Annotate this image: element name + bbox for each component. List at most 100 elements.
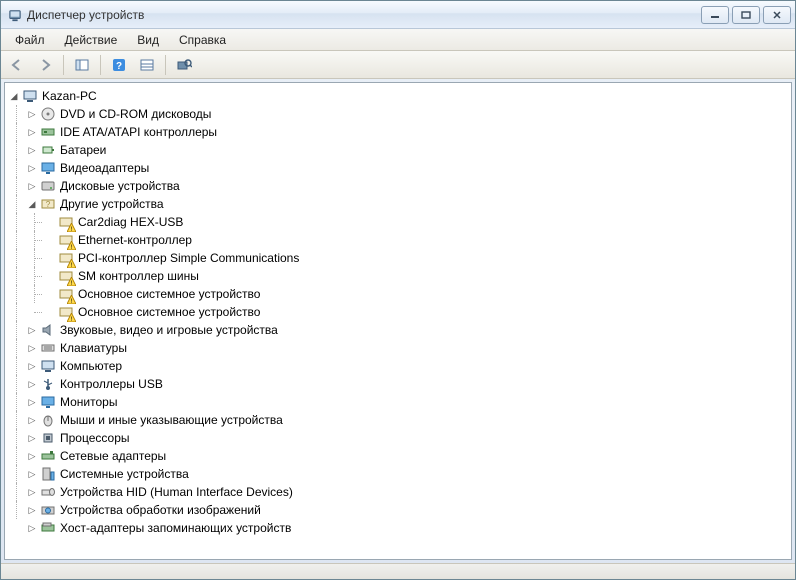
expand-icon[interactable]: ▷ <box>25 467 39 481</box>
tree-category-sound[interactable]: ▷ Звуковые, видео и игровые устройства <box>7 321 789 339</box>
display-adapter-icon <box>40 160 56 176</box>
expand-icon[interactable]: ▷ <box>25 341 39 355</box>
expand-icon[interactable]: ▷ <box>25 503 39 517</box>
device-tree-pane[interactable]: ◢ Kazan-PC ▷ DVD и CD-ROM дисководы <box>4 82 792 560</box>
tree-category-ide[interactable]: ▷ IDE ATA/ATAPI контроллеры <box>7 123 789 141</box>
system-device-icon <box>40 466 56 482</box>
tree-node-label: IDE ATA/ATAPI контроллеры <box>60 125 217 139</box>
toolbar: ? <box>1 51 795 79</box>
expand-icon[interactable]: ▷ <box>25 359 39 373</box>
tree-node-label: SM контроллер шины <box>78 269 199 283</box>
controller-icon <box>40 124 56 140</box>
tree-node-label: Батареи <box>60 143 106 157</box>
network-adapter-icon <box>40 448 56 464</box>
tree-category-monitor[interactable]: ▷ Мониторы <box>7 393 789 411</box>
tree-root[interactable]: ◢ Kazan-PC <box>7 87 789 105</box>
expand-icon[interactable]: ▷ <box>25 413 39 427</box>
expand-icon[interactable]: ▷ <box>25 431 39 445</box>
hid-icon <box>40 484 56 500</box>
tree-node-label: Компьютер <box>60 359 122 373</box>
tree-category-imaging[interactable]: ▷ Устройства обработки изображений <box>7 501 789 519</box>
tree-item-unknown[interactable]: ▷ ! PCI-контроллер Simple Communications <box>7 249 789 267</box>
tree-node-label: Видеоадаптеры <box>60 161 149 175</box>
expand-icon[interactable]: ▷ <box>25 485 39 499</box>
dvd-drive-icon <box>40 106 56 122</box>
disk-drive-icon <box>40 178 56 194</box>
expand-icon[interactable]: ▷ <box>25 125 39 139</box>
maximize-button[interactable] <box>732 6 760 24</box>
unknown-device-icon: ! <box>58 232 74 248</box>
menu-view[interactable]: Вид <box>127 31 169 49</box>
tree-node-label: PCI-контроллер Simple Communications <box>78 251 299 265</box>
expand-icon[interactable]: ▷ <box>25 107 39 121</box>
tree-category-disk[interactable]: ▷ Дисковые устройства <box>7 177 789 195</box>
tree-node-label: Системные устройства <box>60 467 189 481</box>
device-tree[interactable]: ◢ Kazan-PC ▷ DVD и CD-ROM дисководы <box>7 87 789 537</box>
tree-node-label: Основное системное устройство <box>78 305 260 319</box>
unknown-device-icon: ! <box>58 250 74 266</box>
tree-node-label: Звуковые, видео и игровые устройства <box>60 323 278 337</box>
tree-item-unknown[interactable]: ▷ ! Car2diag HEX-USB <box>7 213 789 231</box>
tree-item-unknown[interactable]: ▷ ! Ethernet-контроллер <box>7 231 789 249</box>
tree-category-storage[interactable]: ▷ Хост-адаптеры запоминающих устройств <box>7 519 789 537</box>
menu-help[interactable]: Справка <box>169 31 236 49</box>
expand-icon[interactable]: ▷ <box>25 449 39 463</box>
storage-controller-icon <box>40 520 56 536</box>
tree-node-label: Мыши и иные указывающие устройства <box>60 413 283 427</box>
menubar: Файл Действие Вид Справка <box>1 29 795 51</box>
forward-button[interactable] <box>33 54 57 76</box>
unknown-device-icon: ! <box>58 286 74 302</box>
titlebar: Диспетчер устройств <box>1 1 795 29</box>
minimize-button[interactable] <box>701 6 729 24</box>
properties-button[interactable] <box>135 54 159 76</box>
mouse-icon <box>40 412 56 428</box>
window-title: Диспетчер устройств <box>27 8 698 22</box>
tree-category-cpu[interactable]: ▷ Процессоры <box>7 429 789 447</box>
expand-icon[interactable]: ▷ <box>25 143 39 157</box>
tree-category-usb[interactable]: ▷ Контроллеры USB <box>7 375 789 393</box>
menu-file[interactable]: Файл <box>5 31 55 49</box>
tree-item-unknown[interactable]: ▷ ! Основное системное устройство <box>7 285 789 303</box>
tree-category-computer[interactable]: ▷ Компьютер <box>7 357 789 375</box>
svg-text:?: ? <box>46 200 51 209</box>
tree-category-video[interactable]: ▷ Видеоадаптеры <box>7 159 789 177</box>
tree-node-label: DVD и CD-ROM дисководы <box>60 107 211 121</box>
computer-icon <box>40 358 56 374</box>
expand-icon[interactable]: ▷ <box>25 521 39 535</box>
back-button[interactable] <box>5 54 29 76</box>
collapse-icon[interactable]: ◢ <box>25 197 39 211</box>
tree-node-label: Дисковые устройства <box>60 179 180 193</box>
scan-hardware-button[interactable] <box>172 54 196 76</box>
tree-category-keyboard[interactable]: ▷ Клавиатуры <box>7 339 789 357</box>
tree-node-label: Car2diag HEX-USB <box>78 215 183 229</box>
keyboard-icon <box>40 340 56 356</box>
tree-node-label: Устройства HID (Human Interface Devices) <box>60 485 293 499</box>
tree-node-label: Контроллеры USB <box>60 377 163 391</box>
sound-icon <box>40 322 56 338</box>
tree-node-label: Процессоры <box>60 431 130 445</box>
tree-node-label: Другие устройства <box>60 197 164 211</box>
show-hide-tree-button[interactable] <box>70 54 94 76</box>
tree-item-unknown[interactable]: ▷ ! Основное системное устройство <box>7 303 789 321</box>
help-button[interactable]: ? <box>107 54 131 76</box>
tree-category-hid[interactable]: ▷ Устройства HID (Human Interface Device… <box>7 483 789 501</box>
svg-text:!: ! <box>71 316 73 322</box>
tree-category-mouse[interactable]: ▷ Мыши и иные указывающие устройства <box>7 411 789 429</box>
expand-icon[interactable]: ▷ <box>25 161 39 175</box>
monitor-icon <box>40 394 56 410</box>
unknown-device-icon: ! <box>58 268 74 284</box>
menu-action[interactable]: Действие <box>55 31 128 49</box>
tree-category-battery[interactable]: ▷ Батареи <box>7 141 789 159</box>
tree-item-unknown[interactable]: ▷ ! SM контроллер шины <box>7 267 789 285</box>
tree-category-network[interactable]: ▷ Сетевые адаптеры <box>7 447 789 465</box>
expand-icon[interactable]: ▷ <box>25 395 39 409</box>
expand-icon[interactable]: ▷ <box>25 323 39 337</box>
close-button[interactable] <box>763 6 791 24</box>
tree-node-label: Устройства обработки изображений <box>60 503 261 517</box>
expand-icon[interactable]: ▷ <box>25 179 39 193</box>
tree-category-other[interactable]: ◢ ? Другие устройства <box>7 195 789 213</box>
collapse-icon[interactable]: ◢ <box>7 89 21 103</box>
tree-category-dvd[interactable]: ▷ DVD и CD-ROM дисководы <box>7 105 789 123</box>
tree-category-system[interactable]: ▷ Системные устройства <box>7 465 789 483</box>
expand-icon[interactable]: ▷ <box>25 377 39 391</box>
